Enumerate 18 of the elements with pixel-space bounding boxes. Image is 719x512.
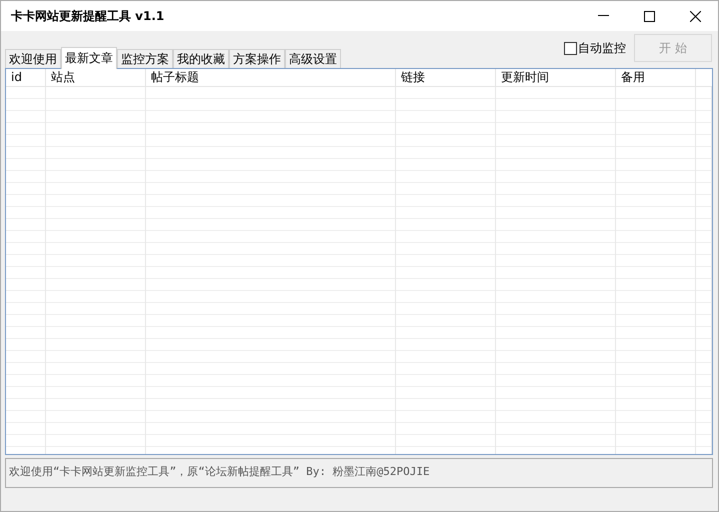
tab[interactable]: 高级设置 (285, 49, 341, 68)
auto-monitor-checkbox[interactable]: 自动监控 (564, 40, 626, 56)
tab[interactable]: 我的收藏 (173, 49, 229, 68)
maximize-icon (644, 10, 654, 22)
close-icon (690, 10, 700, 22)
column-header[interactable]: 备用 (616, 69, 696, 86)
tab[interactable]: 方案操作 (229, 49, 285, 68)
column-header[interactable]: 帖子标题 (146, 69, 396, 86)
column-header[interactable]: 更新时间 (496, 69, 616, 86)
tab[interactable]: 欢迎使用 (5, 49, 61, 68)
column-header[interactable]: 站点 (46, 69, 146, 86)
window-title: 卡卡网站更新提醒工具 v1.1 (11, 8, 166, 24)
column-header[interactable]: 链接 (396, 69, 496, 86)
minimize-icon (598, 15, 608, 17)
column-header[interactable]: id (6, 69, 46, 86)
tab[interactable]: 最新文章 (61, 47, 117, 69)
tab[interactable]: 监控方案 (117, 49, 173, 68)
status-text: 欢迎使用“卡卡网站更新监控工具”，原“论坛新帖提醒工具” By: 粉墨江南@52POJIE (9, 465, 430, 478)
